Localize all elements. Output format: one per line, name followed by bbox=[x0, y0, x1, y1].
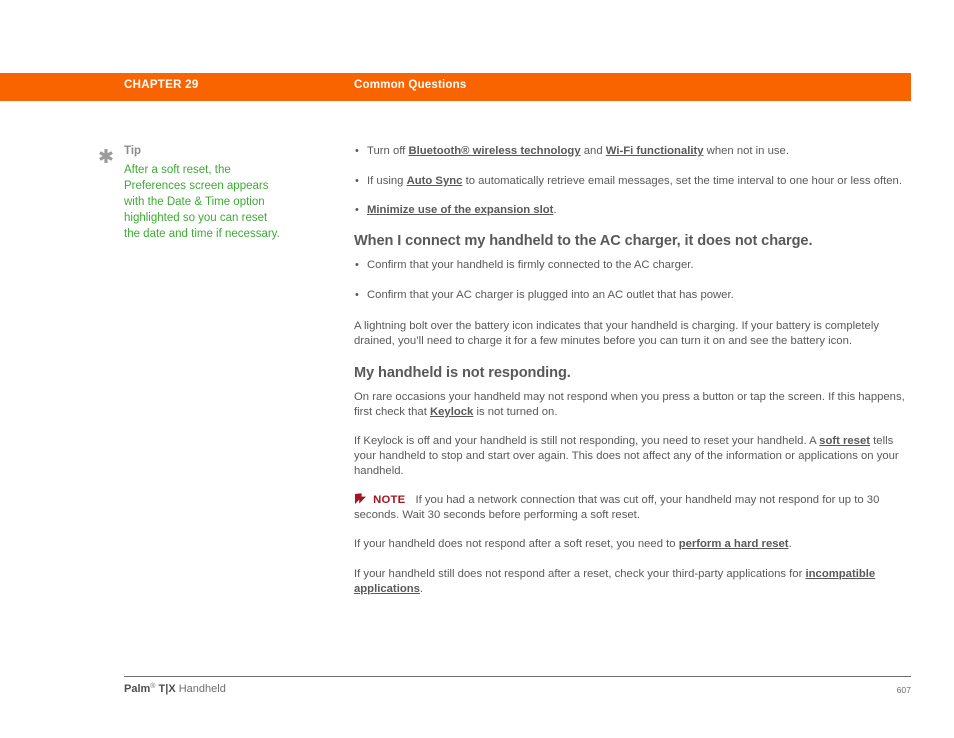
body-text-run: and bbox=[580, 145, 606, 157]
body-text-run: Confirm that your AC charger is plugged … bbox=[367, 289, 734, 302]
body-text-run: . bbox=[788, 538, 792, 551]
footer-page-number: 607 bbox=[896, 685, 911, 695]
body-text-run: . bbox=[419, 582, 424, 595]
note-flag-icon bbox=[354, 493, 367, 505]
not-responding-paragraph-3: If your handheld does not respond after … bbox=[354, 537, 911, 552]
footer-product-type: Handheld bbox=[175, 683, 226, 695]
page-header-bar: CHAPTER 29 Common Questions bbox=[0, 73, 911, 101]
body-text-run: . bbox=[553, 204, 557, 217]
asterisk-icon bbox=[98, 148, 114, 164]
not-responding-paragraph-4: If your handheld still does not respond … bbox=[354, 567, 911, 596]
body-text-run: If your handheld still does not respond … bbox=[354, 567, 806, 580]
header-chapter-label: CHAPTER 29 bbox=[124, 79, 199, 91]
body-text-run: If using bbox=[367, 174, 407, 187]
not-responding-paragraph-1: On rare occasions your handheld may not … bbox=[354, 390, 911, 419]
body-text-run: Confirm that your handheld is firmly con… bbox=[367, 258, 694, 271]
main-content-column: Turn off Bluetooth® wireless technology … bbox=[354, 144, 911, 611]
list-item: Confirm that your handheld is firmly con… bbox=[354, 258, 911, 273]
cross-reference-link[interactable]: Auto Sync bbox=[407, 175, 463, 187]
body-text-run: is not turned on. bbox=[473, 405, 558, 418]
cross-reference-link[interactable]: Keylock bbox=[430, 406, 473, 418]
body-text-run: Turn off bbox=[367, 145, 409, 157]
list-item: Turn off Bluetooth® wireless technology … bbox=[354, 144, 911, 159]
tip-body-text: After a soft reset, the Preferences scre… bbox=[124, 164, 280, 241]
note-callout: NOTE If you had a network connection tha… bbox=[354, 493, 911, 522]
note-text: If you had a network connection that was… bbox=[354, 494, 880, 521]
cross-reference-link[interactable]: Wi-Fi functionality bbox=[606, 145, 704, 157]
question-heading-not-responding: My handheld is not responding. bbox=[354, 365, 571, 382]
footer-product-brand: Palm bbox=[124, 683, 151, 695]
charger-bullet-list: Confirm that your handheld is firmly con… bbox=[354, 258, 911, 303]
cross-reference-link[interactable]: soft reset bbox=[819, 435, 870, 447]
cross-reference-link[interactable]: Minimize use of the expansion slot bbox=[367, 204, 553, 216]
footer-divider bbox=[124, 676, 911, 677]
list-item: Minimize use of the expansion slot. bbox=[354, 203, 911, 218]
cross-reference-link[interactable]: perform a hard reset bbox=[679, 538, 789, 550]
note-label: NOTE bbox=[373, 494, 406, 507]
footer-product-model: T|X bbox=[155, 683, 176, 695]
header-section-title: Common Questions bbox=[354, 79, 467, 91]
tip-label: Tip bbox=[124, 145, 142, 157]
list-item: Confirm that your AC charger is plugged … bbox=[354, 288, 911, 303]
body-text-run: to automatically retrieve email messages… bbox=[462, 174, 902, 187]
cross-reference-link[interactable]: Bluetooth® wireless technology bbox=[408, 145, 580, 157]
body-text-run: If Keylock is off and your handheld is s… bbox=[354, 435, 820, 448]
body-text-run: A lightning bolt over the battery icon i… bbox=[354, 319, 879, 347]
charger-explanation-paragraph: A lightning bolt over the battery icon i… bbox=[354, 319, 911, 348]
body-text-run: If your handheld does not respond after … bbox=[354, 538, 679, 551]
body-text-run: when not in use. bbox=[703, 145, 789, 157]
footer-product-name: Palm® T|X Handheld bbox=[124, 683, 226, 695]
power-tips-bullet-list: Turn off Bluetooth® wireless technology … bbox=[354, 144, 911, 218]
not-responding-paragraph-2: If Keylock is off and your handheld is s… bbox=[354, 434, 911, 478]
list-item: If using Auto Sync to automatically retr… bbox=[354, 174, 911, 189]
question-heading-charger: When I connect my handheld to the AC cha… bbox=[354, 232, 813, 249]
